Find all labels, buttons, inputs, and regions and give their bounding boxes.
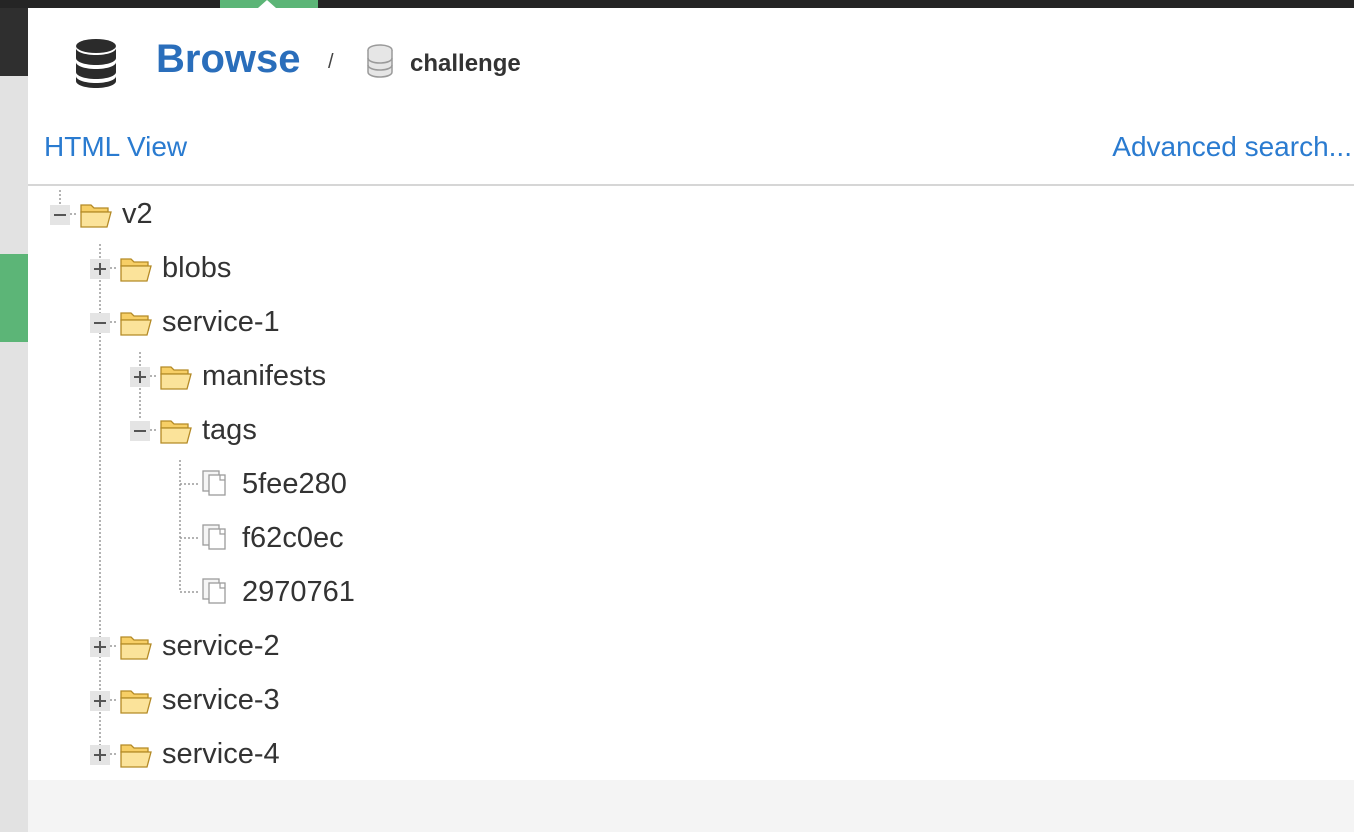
tree-node-label[interactable]: service-3 [162, 682, 280, 718]
tree-node-label[interactable]: service-2 [162, 628, 280, 664]
sidebar-active-indicator[interactable] [0, 254, 28, 342]
file-copy-icon [202, 470, 226, 496]
expand-toggle-plus-icon[interactable] [130, 367, 150, 387]
file-copy-icon [202, 578, 226, 604]
folder-open-icon [120, 258, 152, 282]
folder-open-icon [160, 366, 192, 390]
folder-open-icon [80, 204, 112, 228]
tree-node-label[interactable]: service-4 [162, 736, 280, 772]
tree-node-label[interactable]: 2970761 [242, 574, 355, 610]
collapse-toggle-minus-icon[interactable] [130, 421, 150, 441]
active-tab-caret [258, 0, 276, 8]
top-bar [0, 0, 1354, 8]
expand-toggle-plus-icon[interactable] [90, 691, 110, 711]
folder-open-icon [120, 744, 152, 768]
collapse-toggle-minus-icon[interactable] [50, 205, 70, 225]
tree-node-label[interactable]: f62c0ec [242, 520, 344, 556]
expand-toggle-plus-icon[interactable] [90, 745, 110, 765]
tree-node-label[interactable]: manifests [202, 358, 326, 394]
folder-open-icon [120, 636, 152, 660]
expand-toggle-plus-icon[interactable] [90, 259, 110, 279]
left-sidebar-strip [0, 8, 28, 832]
browse-panel: Browse / challenge HTML View Advanced se… [28, 8, 1354, 780]
tree-node-label[interactable]: service-1 [162, 304, 280, 340]
tree-node-label[interactable]: 5fee280 [242, 466, 347, 502]
tree-node-label[interactable]: tags [202, 412, 257, 448]
file-copy-icon [202, 524, 226, 550]
tree-node-label[interactable]: blobs [162, 250, 231, 286]
collapse-toggle-minus-icon[interactable] [90, 313, 110, 333]
folder-open-icon [120, 690, 152, 714]
folder-open-icon [120, 312, 152, 336]
sidebar-dark-block [0, 8, 28, 76]
folder-open-icon [160, 420, 192, 444]
tree-node-label[interactable]: v2 [122, 196, 153, 232]
expand-toggle-plus-icon[interactable] [90, 637, 110, 657]
tree-connector-lines [59, 190, 198, 755]
